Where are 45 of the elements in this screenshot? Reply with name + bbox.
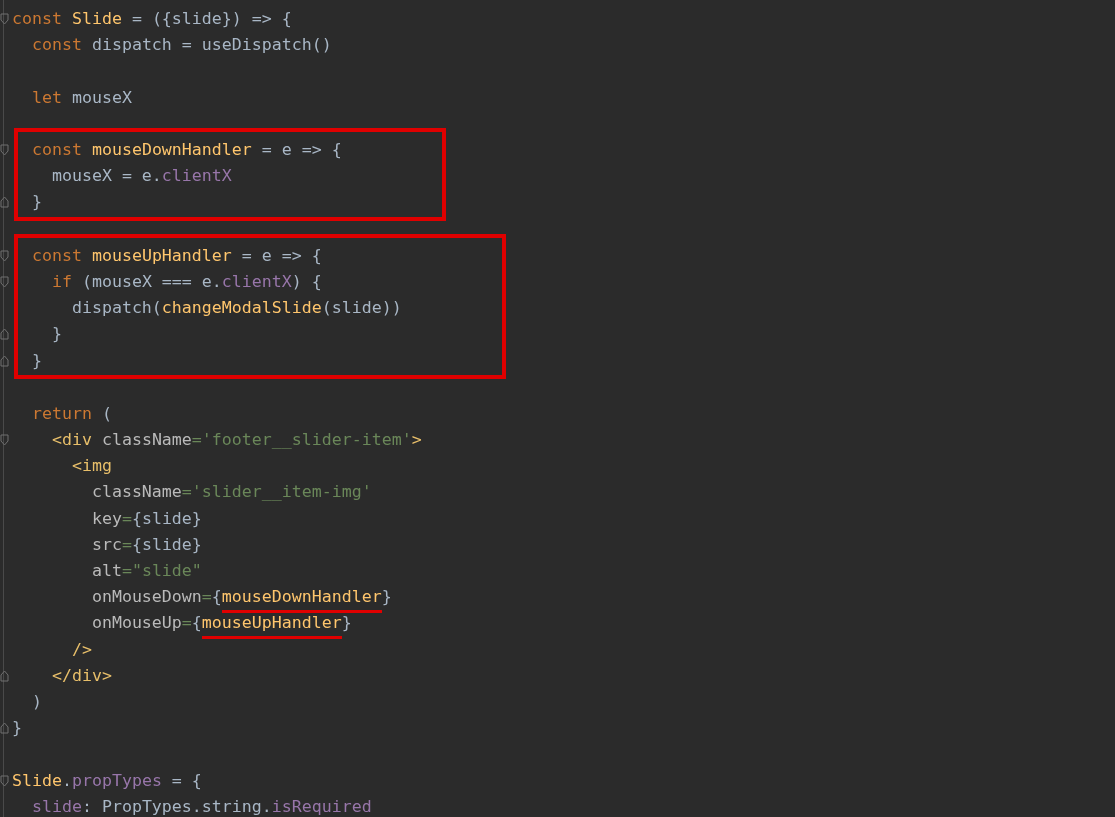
code-line: return ( bbox=[30, 402, 112, 425]
code-line: <img bbox=[70, 455, 112, 478]
code-line: dispatch(changeModalSlide(slide)) bbox=[70, 297, 402, 320]
code-line: src={slide} bbox=[90, 533, 202, 556]
fold-icon[interactable] bbox=[0, 434, 9, 447]
code-line: const dispatch = useDispatch() bbox=[30, 34, 332, 57]
code-line: const Slide = ({slide}) => { bbox=[12, 8, 292, 31]
code-line: } bbox=[12, 717, 22, 740]
code-line: let mouseX bbox=[30, 86, 132, 109]
unfold-icon[interactable] bbox=[0, 722, 9, 735]
fold-icon[interactable] bbox=[0, 144, 9, 157]
code-text: onMouseDown bbox=[90, 587, 202, 607]
code-text: } bbox=[381, 587, 392, 607]
code-line: alt="slide" bbox=[90, 560, 202, 583]
code-line: Slide.propTypes = { bbox=[12, 769, 202, 792]
code-line: mouseX = e.clientX bbox=[50, 165, 232, 188]
unfold-icon[interactable] bbox=[0, 196, 9, 209]
code-line: } bbox=[30, 191, 42, 214]
code-line: </div> bbox=[50, 664, 112, 687]
code-text: = bbox=[201, 587, 212, 607]
code-text: { bbox=[191, 613, 202, 633]
code-line: } bbox=[30, 349, 42, 372]
underlined-identifier: mouseUpHandler bbox=[201, 613, 342, 640]
code-line: } bbox=[50, 323, 62, 346]
code-line: key={slide} bbox=[90, 507, 202, 530]
code-text: { bbox=[211, 587, 222, 607]
fold-icon[interactable] bbox=[0, 249, 9, 262]
code-line: /> bbox=[70, 638, 92, 661]
code-text: } bbox=[341, 613, 352, 633]
fold-icon[interactable] bbox=[0, 275, 9, 288]
unfold-icon[interactable] bbox=[0, 354, 9, 367]
unfold-icon[interactable] bbox=[0, 669, 9, 682]
underlined-identifier: mouseDownHandler bbox=[221, 587, 382, 614]
code-text: onMouseUp bbox=[90, 613, 182, 633]
code-line: className='slider__item-img' bbox=[90, 481, 372, 504]
fold-icon[interactable] bbox=[0, 774, 9, 787]
code-line: slide: PropTypes.string.isRequired bbox=[30, 795, 372, 817]
code-line: const mouseUpHandler = e => { bbox=[30, 244, 322, 267]
code-line: <div className='footer__slider-item'> bbox=[50, 429, 422, 452]
code-text: = bbox=[181, 613, 192, 633]
code-line: if (mouseX === e.clientX) { bbox=[50, 270, 322, 293]
fold-icon[interactable] bbox=[0, 13, 9, 26]
code-line: ) bbox=[30, 690, 42, 713]
code-line: const mouseDownHandler = e => { bbox=[30, 139, 342, 162]
unfold-icon[interactable] bbox=[0, 328, 9, 341]
